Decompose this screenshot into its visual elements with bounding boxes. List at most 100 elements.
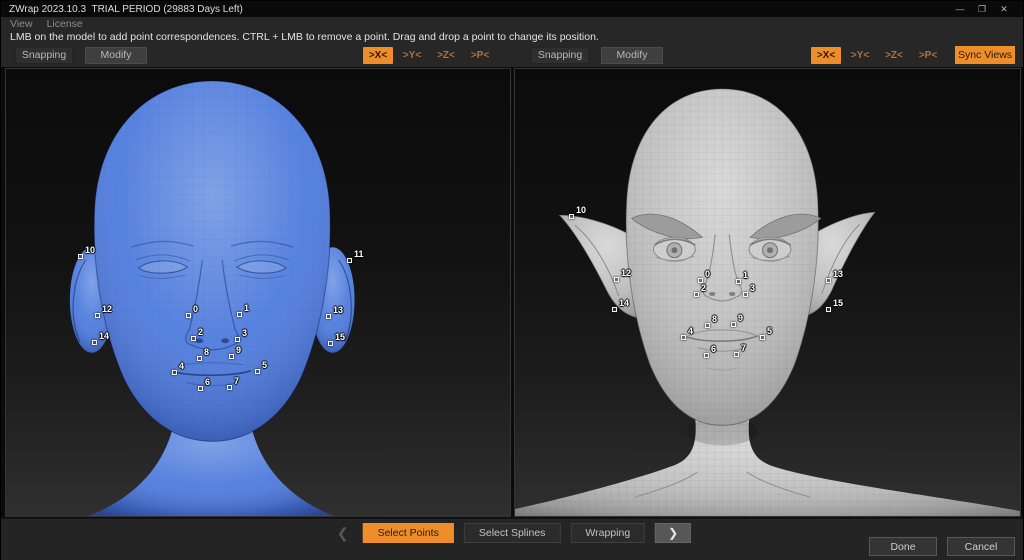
point-marker[interactable]: 10 xyxy=(569,214,574,219)
point-label: 7 xyxy=(234,377,239,386)
point-label: 15 xyxy=(335,333,345,342)
axis-z-button-left[interactable]: >Z< xyxy=(431,47,461,64)
point-label: 1 xyxy=(244,304,249,313)
point-marker[interactable]: 5 xyxy=(255,369,260,374)
point-label: 13 xyxy=(333,306,343,315)
axis-group-right: >X< >Y< >Z< >P< Sync Views xyxy=(811,46,1015,64)
point-label: 9 xyxy=(236,346,241,355)
window-controls: — ❐ ✕ xyxy=(949,1,1015,17)
point-marker[interactable]: 7 xyxy=(227,385,232,390)
point-marker[interactable]: 5 xyxy=(760,335,765,340)
point-label: 12 xyxy=(102,305,112,314)
titlebar: ZWrap 2023.10.3 TRIAL PERIOD (29883 Days… xyxy=(1,1,1023,17)
snapping-button-right[interactable]: Snapping xyxy=(531,47,589,64)
point-label: 10 xyxy=(85,246,95,255)
close-icon[interactable]: ✕ xyxy=(993,1,1015,17)
point-marker[interactable]: 3 xyxy=(235,337,240,342)
viewport-source[interactable]: 0123456789101112131415 xyxy=(5,68,511,517)
toolbar-left: Snapping Modify >X< >Y< >Z< >P< xyxy=(1,43,511,67)
point-label: 14 xyxy=(99,332,109,341)
point-marker[interactable]: 10 xyxy=(78,254,83,259)
next-step-icon[interactable]: ❯ xyxy=(655,523,691,543)
point-label: 6 xyxy=(205,378,210,387)
point-label: 5 xyxy=(262,361,267,370)
point-marker[interactable]: 14 xyxy=(612,307,617,312)
snapping-button-left[interactable]: Snapping xyxy=(15,47,73,64)
point-marker[interactable]: 0 xyxy=(186,313,191,318)
restore-icon[interactable]: ❐ xyxy=(971,1,993,17)
point-label: 3 xyxy=(242,329,247,338)
point-marker[interactable]: 2 xyxy=(694,292,699,297)
zwrap-window: ZWrap 2023.10.3 TRIAL PERIOD (29883 Days… xyxy=(0,0,1024,560)
point-marker[interactable]: 3 xyxy=(743,292,748,297)
instruction-bar: LMB on the model to add point correspond… xyxy=(1,30,1023,43)
point-marker[interactable]: 4 xyxy=(681,335,686,340)
point-marker[interactable]: 6 xyxy=(198,386,203,391)
point-marker[interactable]: 15 xyxy=(328,341,333,346)
source-head-mesh xyxy=(6,69,510,516)
menubar: View License xyxy=(1,17,1023,30)
point-label: 10 xyxy=(576,206,586,215)
modify-button-right[interactable]: Modify xyxy=(601,47,663,64)
point-marker[interactable]: 13 xyxy=(326,314,331,319)
point-label: 9 xyxy=(738,314,743,323)
point-marker[interactable]: 9 xyxy=(731,322,736,327)
modify-button-left[interactable]: Modify xyxy=(85,47,147,64)
axis-z-button-right[interactable]: >Z< xyxy=(879,47,909,64)
step-wrapping[interactable]: Wrapping xyxy=(570,523,645,543)
point-marker[interactable]: 4 xyxy=(172,370,177,375)
toolbar: Snapping Modify >X< >Y< >Z< >P< Snapping… xyxy=(1,43,1023,67)
axis-p-button-right[interactable]: >P< xyxy=(913,47,943,64)
minimize-icon[interactable]: — xyxy=(949,1,971,17)
step-select-splines[interactable]: Select Splines xyxy=(464,523,561,543)
dialog-buttons: Done Cancel xyxy=(869,537,1015,556)
bottom-bar: ❮ Select Points Select Splines Wrapping … xyxy=(1,518,1023,560)
sync-views-button[interactable]: Sync Views xyxy=(955,46,1015,64)
point-label: 0 xyxy=(705,270,710,279)
point-label: 8 xyxy=(204,348,209,357)
point-label: 12 xyxy=(621,269,631,278)
point-marker[interactable]: 14 xyxy=(92,340,97,345)
point-label: 8 xyxy=(712,315,717,324)
menu-view[interactable]: View xyxy=(10,18,33,30)
point-marker[interactable]: 12 xyxy=(95,313,100,318)
point-marker[interactable]: 8 xyxy=(705,323,710,328)
point-marker[interactable]: 2 xyxy=(191,336,196,341)
point-label: 4 xyxy=(688,327,693,336)
cancel-button[interactable]: Cancel xyxy=(947,537,1015,556)
axis-x-button-left[interactable]: >X< xyxy=(363,47,393,64)
point-label: 6 xyxy=(711,345,716,354)
window-title: ZWrap 2023.10.3 TRIAL PERIOD (29883 Days… xyxy=(9,4,243,15)
axis-p-button-left[interactable]: >P< xyxy=(465,47,495,64)
point-marker[interactable]: 13 xyxy=(826,278,831,283)
point-label: 11 xyxy=(354,250,364,259)
axis-y-button-right[interactable]: >Y< xyxy=(845,47,875,64)
point-marker[interactable]: 6 xyxy=(704,353,709,358)
point-label: 2 xyxy=(701,284,706,293)
point-label: 4 xyxy=(179,362,184,371)
point-label: 15 xyxy=(833,299,843,308)
point-marker[interactable]: 1 xyxy=(736,279,741,284)
instruction-text: LMB on the model to add point correspond… xyxy=(10,31,599,43)
menu-license[interactable]: License xyxy=(47,18,83,30)
point-marker[interactable]: 1 xyxy=(237,312,242,317)
prev-step-icon[interactable]: ❮ xyxy=(333,523,353,543)
point-marker[interactable]: 15 xyxy=(826,307,831,312)
point-marker[interactable]: 11 xyxy=(347,258,352,263)
viewport-target[interactable]: 01234567891012131415 xyxy=(514,68,1021,517)
done-button[interactable]: Done xyxy=(869,537,937,556)
viewport-area: 0123456789101112131415 xyxy=(1,67,1023,518)
target-head-mesh xyxy=(515,69,1020,516)
point-marker[interactable]: 12 xyxy=(614,277,619,282)
step-select-points[interactable]: Select Points xyxy=(363,523,454,543)
point-label: 7 xyxy=(741,344,746,353)
axis-x-button-right[interactable]: >X< xyxy=(811,47,841,64)
axis-y-button-left[interactable]: >Y< xyxy=(397,47,427,64)
point-label: 3 xyxy=(750,284,755,293)
point-label: 14 xyxy=(619,299,629,308)
point-marker[interactable]: 9 xyxy=(229,354,234,359)
point-marker[interactable]: 7 xyxy=(734,352,739,357)
axis-group-left: >X< >Y< >Z< >P< xyxy=(363,47,495,64)
point-label: 5 xyxy=(767,327,772,336)
point-marker[interactable]: 8 xyxy=(197,356,202,361)
